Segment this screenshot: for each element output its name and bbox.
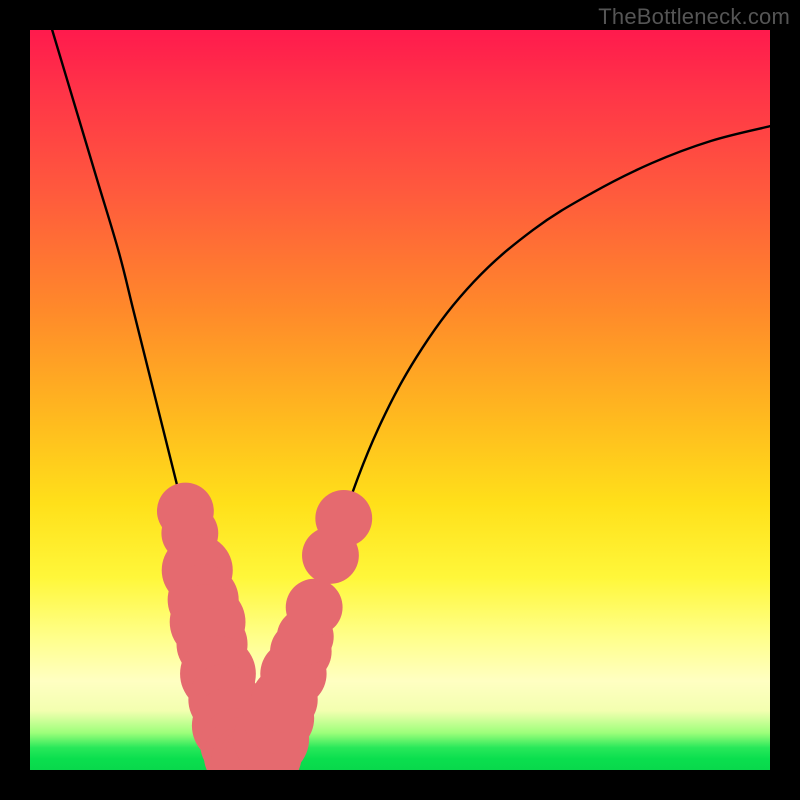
bottleneck-curve [52,30,770,763]
watermark-text: TheBottleneck.com [598,4,790,30]
marker-group [157,483,372,770]
outer-frame: TheBottleneck.com [0,0,800,800]
plot-area [30,30,770,770]
chart-svg [30,30,770,770]
marker-dot [286,579,343,636]
marker-dot [315,490,372,547]
